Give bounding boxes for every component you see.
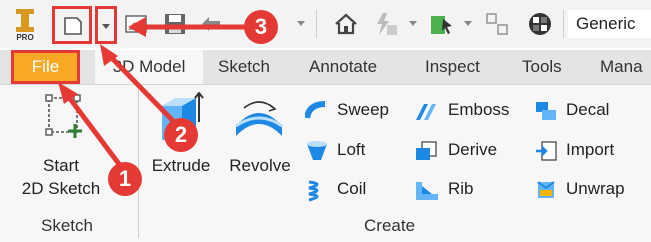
callout-badge-3: 3	[244, 10, 278, 44]
callout-badge-2: 2	[164, 118, 198, 152]
callout-badge-1: 1	[108, 162, 142, 196]
callout-arrows	[58, 17, 246, 170]
